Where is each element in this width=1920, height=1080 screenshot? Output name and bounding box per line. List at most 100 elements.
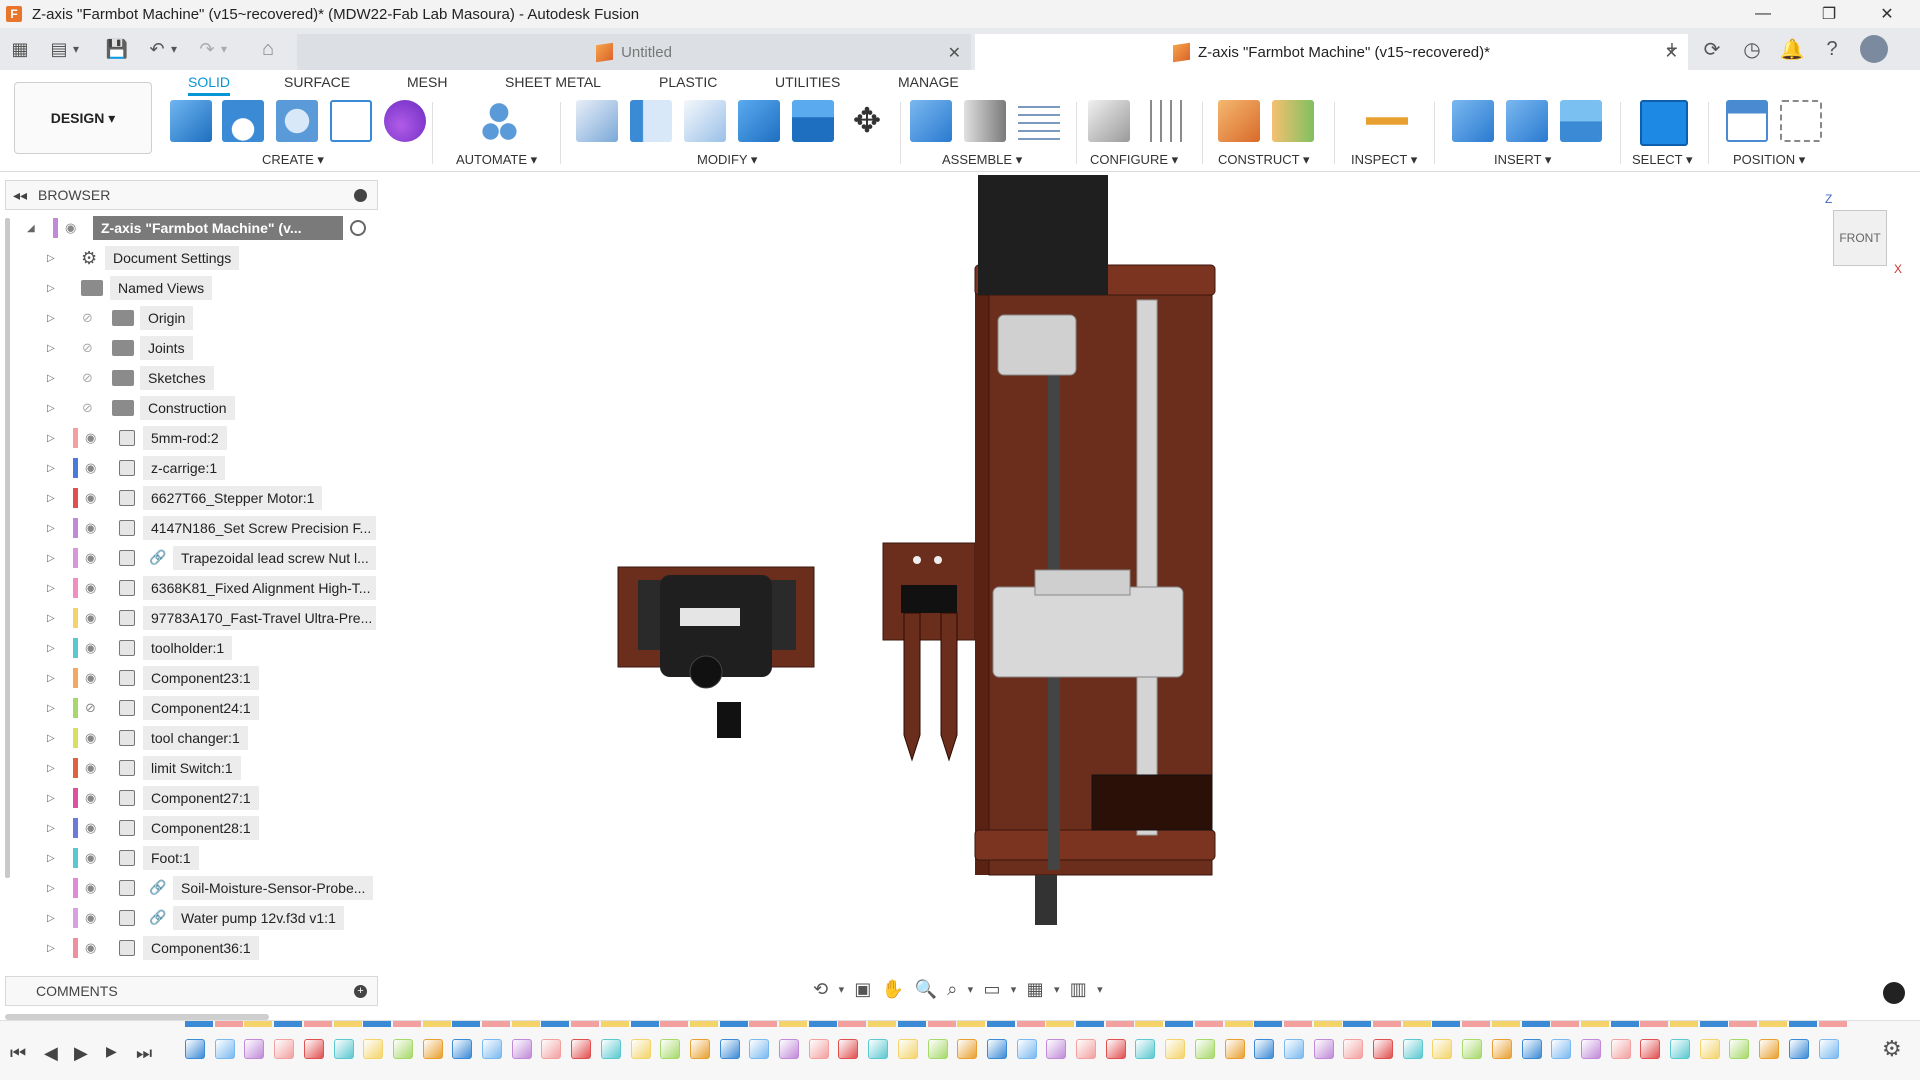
measure-icon[interactable] xyxy=(1366,100,1408,142)
file-menu-caret-icon[interactable]: ▾ xyxy=(70,36,82,62)
visibility-eye-icon[interactable]: ◉ xyxy=(85,820,103,835)
new-tab-icon[interactable]: + xyxy=(1652,38,1692,61)
expand-icon[interactable]: ▷ xyxy=(47,673,55,684)
browser-item[interactable]: ▷ ◉ 6368K81_Fixed Alignment High-T... xyxy=(5,574,378,602)
timeline-feature-icon[interactable] xyxy=(1759,1039,1780,1059)
undo-caret-icon[interactable]: ▾ xyxy=(168,36,180,62)
browser-minimize-icon[interactable] xyxy=(354,189,367,202)
timeline-feature-icon[interactable] xyxy=(541,1039,562,1059)
browser-item[interactable]: ▷ ⚙ Document Settings xyxy=(5,244,378,272)
z-axis-frame-model[interactable] xyxy=(974,175,1216,925)
timeline-feature-icon[interactable] xyxy=(363,1039,384,1059)
timeline-feature-icon[interactable] xyxy=(274,1039,295,1059)
browser-scrollbar[interactable] xyxy=(5,218,10,878)
chamfer-icon[interactable] xyxy=(684,100,726,142)
minimize-button[interactable]: — xyxy=(1740,0,1786,28)
notifications-icon[interactable]: 🔔 xyxy=(1772,37,1812,62)
automate-menu[interactable]: AUTOMATE ▾ xyxy=(456,152,537,168)
restore-button[interactable]: ❐ xyxy=(1806,0,1852,28)
assemble-menu[interactable]: ASSEMBLE ▾ xyxy=(942,152,1022,168)
timeline-feature-icon[interactable] xyxy=(1402,1039,1423,1059)
browser-item[interactable]: ▷ ◉ Foot:1 xyxy=(5,844,378,872)
visibility-eye-icon[interactable]: ◉ xyxy=(85,760,103,775)
canvas-viewport[interactable] xyxy=(380,175,1920,1005)
browser-item[interactable]: ▷ ⊘ Joints xyxy=(5,334,378,362)
fit-icon[interactable]: ⌕ xyxy=(947,979,957,1000)
timeline-feature-icon[interactable] xyxy=(1224,1039,1245,1059)
visibility-eye-icon[interactable]: ◉ xyxy=(85,520,103,535)
collapse-browser-icon[interactable]: ◂◂ xyxy=(6,187,34,204)
configure-icon[interactable] xyxy=(1088,100,1130,142)
canvas-help-icon[interactable] xyxy=(1883,982,1905,1004)
tab-untitled[interactable]: Untitled ✕ xyxy=(297,34,971,70)
timeline-feature-icon[interactable] xyxy=(986,1039,1007,1059)
timeline-feature-icon[interactable] xyxy=(1135,1039,1156,1059)
timeline-feature-icon[interactable] xyxy=(571,1039,592,1059)
browser-item[interactable]: ▷ ◉ toolholder:1 xyxy=(5,634,378,662)
timeline-feature-icon[interactable] xyxy=(1580,1039,1601,1059)
expand-icon[interactable]: ▷ xyxy=(47,313,55,324)
insert-canvas-icon[interactable] xyxy=(1560,100,1602,142)
timeline-feature-icon[interactable] xyxy=(244,1039,265,1059)
bill-of-materials-icon[interactable] xyxy=(1018,100,1060,142)
visibility-eye-icon[interactable]: ◉ xyxy=(85,790,103,805)
tab-mesh[interactable]: MESH xyxy=(407,74,447,96)
browser-item[interactable]: ▷ ◉ 🔗 Water pump 12v.f3d v1:1 xyxy=(5,904,378,932)
browser-root-row[interactable]: ◢ ◉ Z-axis "Farmbot Machine" (v... xyxy=(5,214,378,242)
timeline-feature-icon[interactable] xyxy=(779,1039,799,1059)
move-icon[interactable]: ✥ xyxy=(846,100,888,142)
pan-icon[interactable]: ✋ xyxy=(882,979,904,1000)
insert-menu[interactable]: INSERT ▾ xyxy=(1494,152,1551,168)
viewcube[interactable]: FRONT xyxy=(1833,210,1887,266)
visibility-eye-icon[interactable]: ◉ xyxy=(85,850,103,865)
display-settings-icon[interactable]: ▭ xyxy=(983,979,1000,1000)
timeline-feature-icon[interactable] xyxy=(600,1039,621,1059)
look-at-icon[interactable]: ▣ xyxy=(854,979,871,1000)
insert-derive-icon[interactable] xyxy=(1452,100,1494,142)
midplane-icon[interactable] xyxy=(1272,100,1314,142)
timeline-feature-icon[interactable] xyxy=(511,1039,532,1059)
visibility-eye-icon[interactable]: ◉ xyxy=(85,430,103,445)
offset-plane-icon[interactable] xyxy=(1218,100,1260,142)
combine-icon[interactable] xyxy=(792,100,834,142)
visibility-eye-icon[interactable]: ◉ xyxy=(85,460,103,475)
timeline-feature-icon[interactable] xyxy=(1818,1039,1839,1059)
job-status-icon[interactable]: ◷ xyxy=(1732,37,1772,62)
automate-icon[interactable] xyxy=(478,100,520,142)
visibility-eye-icon[interactable]: ◉ xyxy=(85,640,103,655)
redo-icon[interactable]: ↷ xyxy=(196,36,218,62)
timeline-feature-icon[interactable] xyxy=(452,1039,473,1059)
extrude-icon[interactable] xyxy=(222,100,264,142)
expand-icon[interactable]: ▷ xyxy=(47,763,55,774)
create-menu[interactable]: CREATE ▾ xyxy=(262,152,324,168)
browser-item[interactable]: ▷ ◉ Component27:1 xyxy=(5,784,378,812)
revolve-icon[interactable] xyxy=(276,100,318,142)
extensions-icon[interactable]: ⟳ xyxy=(1692,37,1732,62)
home-icon[interactable]: ⌂ xyxy=(254,36,282,62)
new-component-icon[interactable] xyxy=(170,100,212,142)
timeline-feature-icon[interactable] xyxy=(957,1039,978,1059)
grid-icon[interactable]: ▦ xyxy=(1027,979,1044,1000)
browser-item[interactable]: ▷ ◉ 🔗 Trapezoidal lead screw Nut l... xyxy=(5,544,378,572)
timeline-feature-icon[interactable] xyxy=(1046,1039,1067,1059)
configure-menu[interactable]: CONFIGURE ▾ xyxy=(1090,152,1178,168)
new-component-assemble-icon[interactable] xyxy=(910,100,952,142)
timeline-feature-icon[interactable] xyxy=(719,1039,740,1059)
browser-item[interactable]: ▷ ◉ 5mm-rod:2 xyxy=(5,424,378,452)
browser-item[interactable]: ▷ Named Views xyxy=(5,274,378,302)
browser-item[interactable]: ▷ ◉ Component23:1 xyxy=(5,664,378,692)
comments-panel[interactable]: COMMENTS + xyxy=(5,976,378,1006)
expand-icon[interactable]: ▷ xyxy=(47,523,55,534)
timeline-feature-icon[interactable] xyxy=(1016,1039,1037,1059)
expand-icon[interactable]: ▷ xyxy=(47,943,55,954)
construct-menu[interactable]: CONSTRUCT ▾ xyxy=(1218,152,1310,168)
water-pump-model[interactable] xyxy=(617,566,815,738)
visibility-eye-icon[interactable]: ◉ xyxy=(85,940,103,955)
timeline-next-icon[interactable]: ▶ xyxy=(106,1043,117,1060)
hidden-eye-icon[interactable]: ⊘ xyxy=(82,340,100,355)
timeline-feature-icon[interactable] xyxy=(1788,1039,1809,1059)
timeline-feature-icon[interactable] xyxy=(660,1039,681,1059)
form-icon[interactable] xyxy=(384,100,426,142)
visibility-eye-icon[interactable]: ◉ xyxy=(85,550,103,565)
expand-icon[interactable]: ▷ xyxy=(47,343,55,354)
